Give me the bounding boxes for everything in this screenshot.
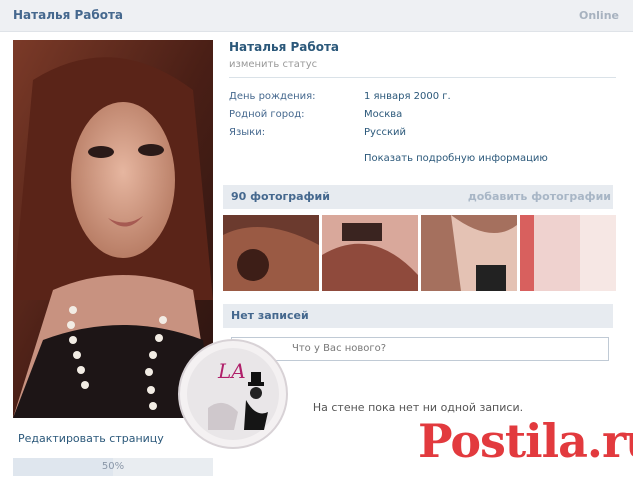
info-key: День рождения: (229, 91, 316, 102)
header-name[interactable]: Наталья Работа (13, 8, 123, 22)
photo-thumbnail[interactable] (421, 215, 517, 291)
page-header: Наталья Работа Online (0, 0, 633, 32)
divider (229, 77, 616, 78)
add-photos-link[interactable]: добавить фотографии (468, 190, 611, 203)
photo-thumbnail[interactable] (322, 215, 418, 291)
info-value[interactable]: Москва (364, 109, 402, 120)
photo-thumbnail[interactable] (223, 215, 319, 291)
edit-page-link[interactable]: Редактировать страницу (18, 432, 164, 445)
photo-thumbnail[interactable] (520, 215, 616, 291)
photos-title[interactable]: 90 фотографий (231, 190, 330, 203)
photo-thumbnails (223, 215, 616, 291)
info-value[interactable]: 1 января 2000 г. (364, 91, 451, 102)
photos-header: 90 фотографий добавить фотографии (223, 185, 613, 209)
profile-name: Наталья Работа (229, 40, 340, 54)
wall-header: Нет записей (223, 304, 613, 328)
wall-title: Нет записей (231, 309, 309, 322)
profile-progress-bar: 50% (13, 458, 213, 476)
info-key: Родной город: (229, 109, 305, 120)
progress-label: 50% (101, 461, 125, 472)
badge-text: LA (217, 359, 246, 383)
info-value[interactable]: Русский (364, 127, 406, 138)
show-more-info-link[interactable]: Показать подробную информацию (364, 153, 548, 164)
watermark-text: Postila.ru (418, 414, 633, 468)
status-edit-link[interactable]: изменить статус (229, 59, 317, 70)
online-status: Online (578, 9, 619, 22)
watermark-badge: LA (168, 338, 298, 450)
info-key: Языки: (229, 127, 266, 138)
wall-post-placeholder: Что у Вас нового? (292, 343, 387, 354)
